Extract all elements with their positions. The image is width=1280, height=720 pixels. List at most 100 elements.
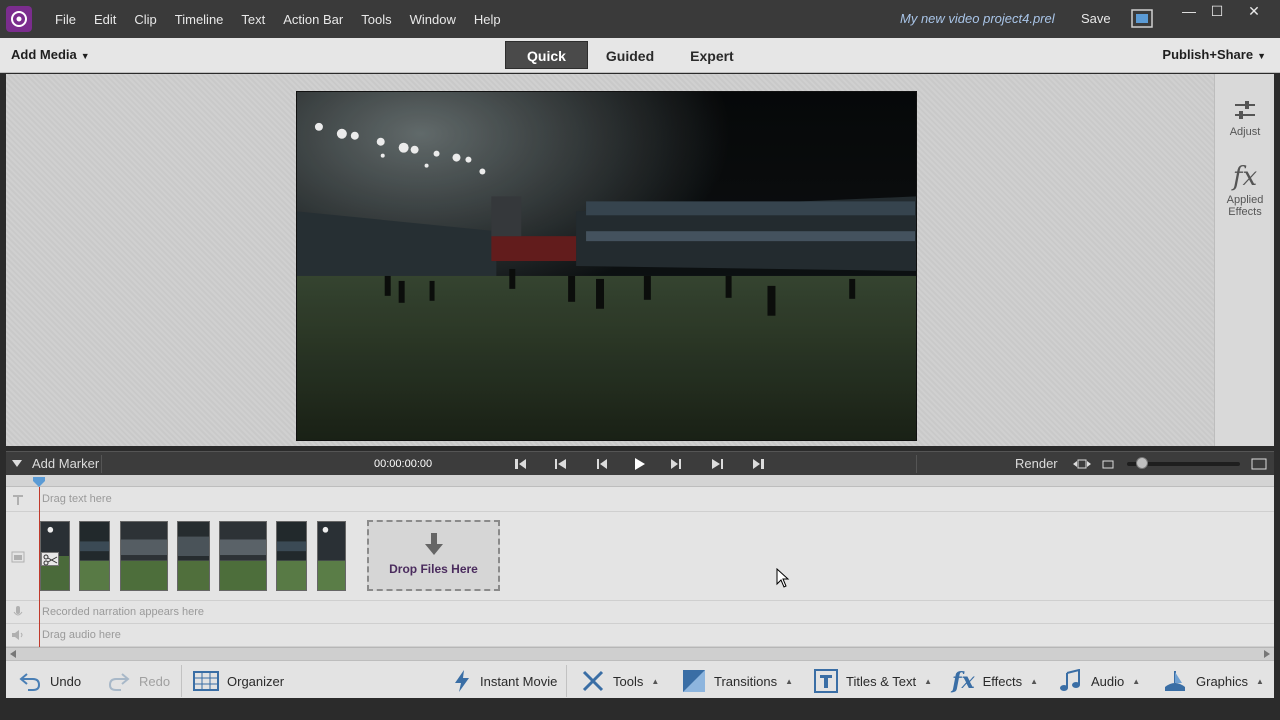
mode-bar: Add Media ▼ Quick Guided Expert Publish+S… [0,38,1280,73]
mouse-cursor-icon [776,568,790,588]
menu-action-bar[interactable]: Action Bar [274,12,352,27]
timeline-panel: Drag text here Drop Files Here Recorded … [6,475,1274,660]
microphone-icon [13,606,23,616]
tools-button[interactable]: Tools ▲ [581,670,659,692]
effects-button[interactable]: fx Effects ▲ [952,668,1038,694]
tab-quick[interactable]: Quick [505,41,588,69]
play-icon[interactable] [630,456,648,472]
fullscreen-icon[interactable] [1131,9,1153,28]
text-track[interactable]: Drag text here [6,488,1274,512]
minimize-button[interactable]: — [1177,4,1201,20]
menu-window[interactable]: Window [401,12,465,27]
chevron-up-icon: ▲ [785,676,794,686]
download-arrow-icon [424,533,443,555]
monitor-panel [6,74,1214,446]
fx-icon: fx [952,668,975,694]
divider [101,455,102,473]
video-preview[interactable] [296,91,917,441]
video-clip[interactable] [120,521,168,591]
status-bar [0,698,1280,720]
next-edit-icon[interactable] [708,456,726,472]
chevron-down-icon: ▼ [80,50,90,61]
adjust-button[interactable]: Adjust [1215,98,1275,138]
video-clip[interactable] [219,521,267,591]
titles-text-button[interactable]: Titles & Text ▲ [814,669,932,693]
transitions-button[interactable]: Transitions ▲ [682,670,793,692]
tools-icon [582,670,604,692]
chevron-up-icon: ▲ [924,676,932,686]
zoom-in-icon[interactable] [1250,456,1268,472]
menu-file[interactable]: File [46,12,85,27]
playhead-handle-icon[interactable] [33,477,45,487]
add-media-button[interactable]: Add Media ▼ [11,47,90,62]
timeline-scrollbar[interactable] [6,647,1274,660]
project-name: My new video project4.prel [900,11,1055,26]
video-clip[interactable] [276,521,307,591]
render-button[interactable]: Render [1015,456,1058,471]
step-forward-icon[interactable] [667,456,685,472]
go-to-in-icon[interactable] [511,456,529,472]
zoom-slider-thumb[interactable] [1136,457,1148,469]
text-track-hint: Drag text here [42,493,112,505]
scroll-right-icon[interactable] [1264,650,1270,658]
clip-thumbnail [318,522,345,590]
audio-track[interactable]: Drag audio here [6,624,1274,647]
graphics-label: Graphics [1196,673,1249,689]
audio-button[interactable]: Audio ▲ [1059,669,1140,692]
tab-guided[interactable]: Guided [588,41,672,69]
zoom-out-icon[interactable] [1099,456,1117,472]
menu-edit[interactable]: Edit [85,12,125,27]
applied-effects-label-1: Applied [1226,194,1264,206]
clip-thumbnail [121,522,167,590]
video-clip[interactable] [317,521,346,591]
narration-track[interactable]: Recorded narration appears here [6,601,1274,624]
video-clip[interactable] [79,521,110,591]
chevron-up-icon: ▲ [1256,676,1264,686]
app-logo-icon[interactable] [6,6,32,32]
divider [566,665,567,697]
undo-icon [19,673,41,691]
redo-button[interactable]: Redo [107,670,170,692]
time-ruler[interactable] [6,475,1274,487]
transitions-icon [683,670,705,692]
mode-tabs: Quick Guided Expert [505,41,752,69]
scroll-left-icon[interactable] [10,650,16,658]
step-back-icon[interactable] [593,456,611,472]
fit-timeline-icon[interactable] [1072,456,1092,472]
applied-effects-button[interactable]: fx Applied Effects [1215,164,1275,218]
menu-text[interactable]: Text [232,12,274,27]
go-to-out-icon[interactable] [750,456,768,472]
close-button[interactable]: ✕ [1242,4,1266,20]
maximize-button[interactable]: ☐ [1205,4,1229,20]
video-clip[interactable] [177,521,210,591]
add-marker-button[interactable]: Add Marker [12,456,99,471]
previous-edit-icon[interactable] [552,456,570,472]
menu-help[interactable]: Help [465,12,510,27]
transitions-label: Transitions [714,673,778,689]
drop-files-zone[interactable]: Drop Files Here [367,520,500,591]
instant-movie-button[interactable]: Instant Movie [452,670,557,692]
tab-expert[interactable]: Expert [672,41,752,69]
graphics-icon [1165,671,1185,691]
menu-timeline[interactable]: Timeline [166,12,233,27]
scissors-icon[interactable] [41,552,59,566]
sliders-icon [1235,101,1255,119]
transport-bar: Add Marker 00:00:00:00 Render [6,451,1274,475]
graphics-button[interactable]: Graphics ▲ [1162,670,1264,692]
titles-text-label: Titles & Text [846,673,917,689]
menu-clip[interactable]: Clip [125,12,165,27]
publish-share-button[interactable]: Publish+Share ▼ [1162,47,1266,62]
organizer-button[interactable]: Organizer [193,670,284,692]
divider [181,665,182,697]
clip-thumbnail [178,522,209,590]
menu-tools[interactable]: Tools [352,12,400,27]
timecode-display[interactable]: 00:00:00:00 [374,458,432,470]
lightning-icon [455,670,469,692]
clip-thumbnail [277,522,306,590]
save-button[interactable]: Save [1081,11,1111,26]
playhead[interactable] [39,487,40,647]
redo-icon [108,673,130,691]
redo-label: Redo [139,673,171,689]
undo-button[interactable]: Undo [18,670,81,692]
drop-files-label: Drop Files Here [389,562,478,576]
